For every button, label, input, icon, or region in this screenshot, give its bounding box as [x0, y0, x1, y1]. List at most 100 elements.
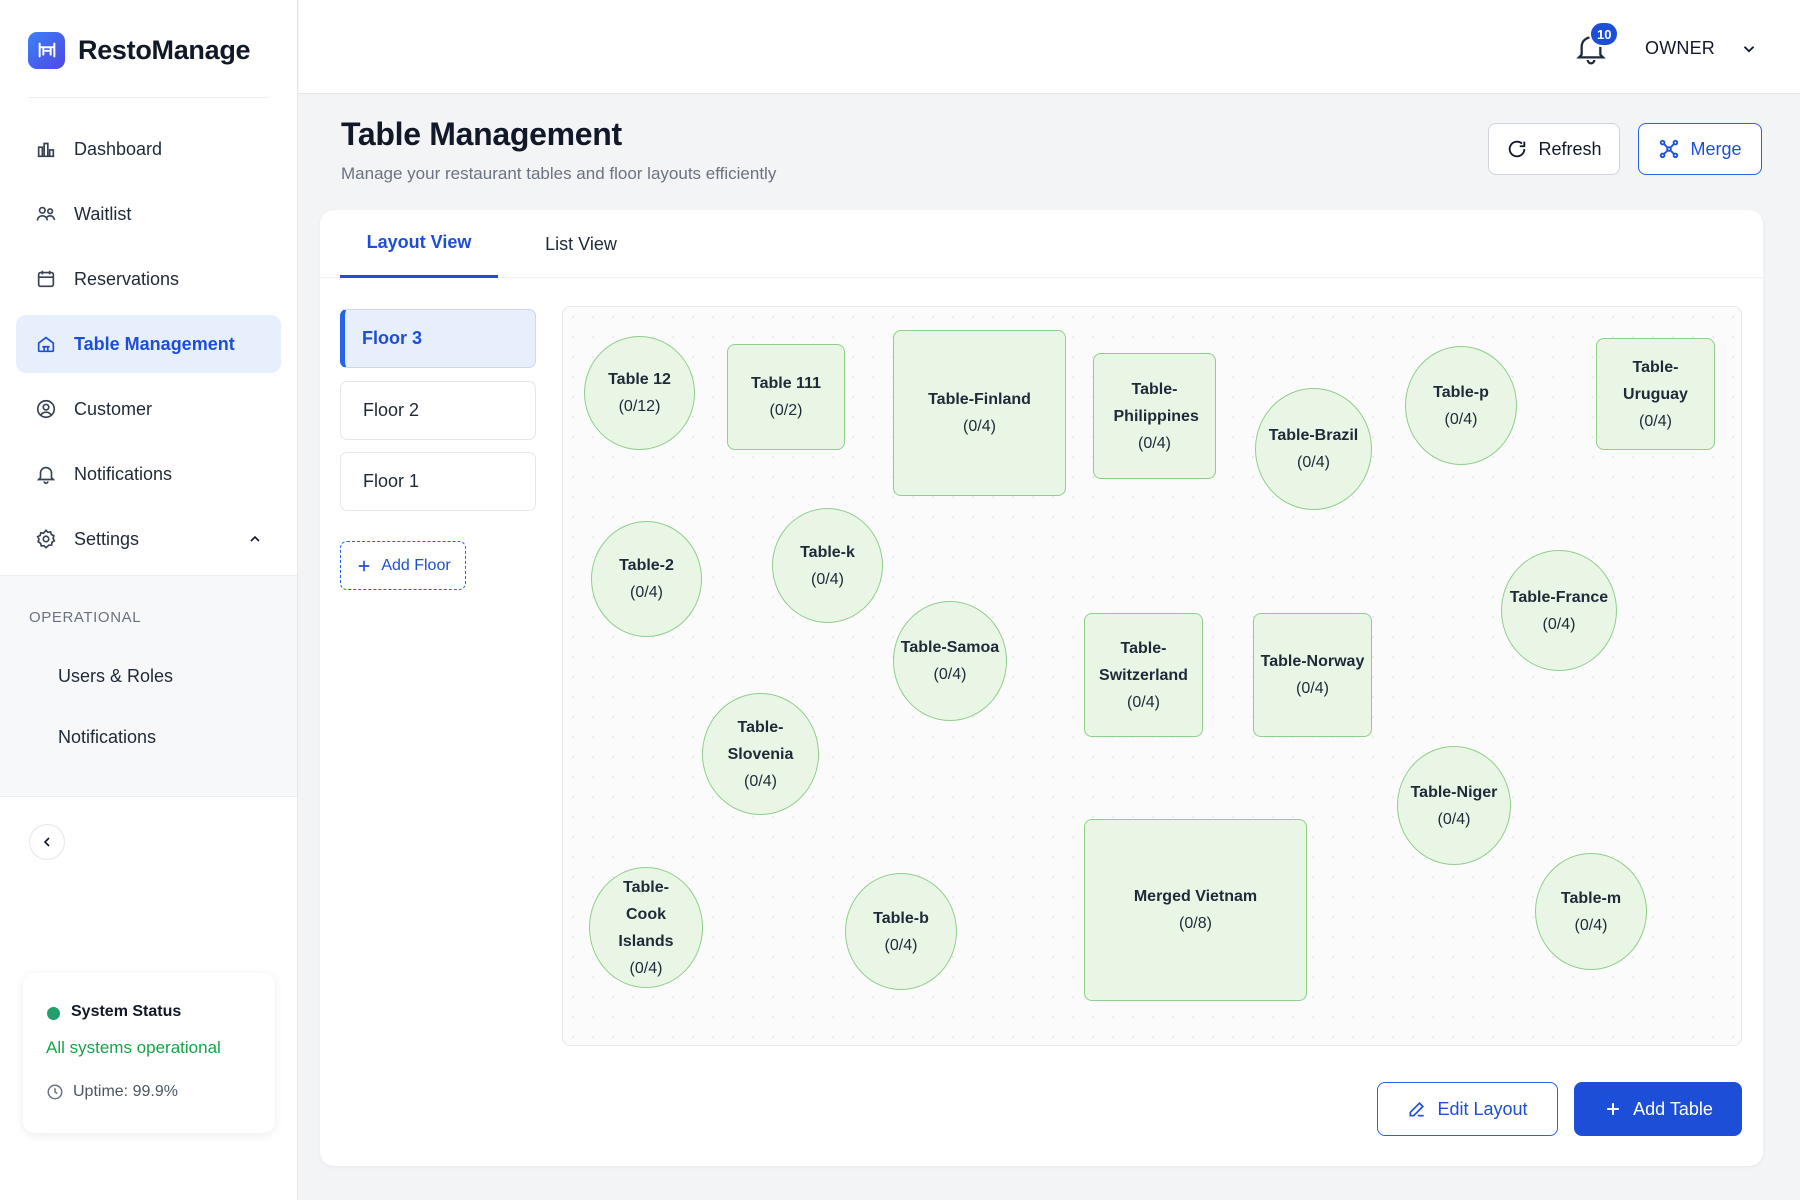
- table-item[interactable]: Table-b (0/4): [845, 873, 957, 990]
- chevron-left-icon: [43, 837, 50, 847]
- table-item[interactable]: Table-Slovenia (0/4): [702, 693, 819, 815]
- table-item[interactable]: Table-Niger (0/4): [1397, 746, 1511, 865]
- table-capacity: (0/8): [1179, 915, 1212, 932]
- sidebar-subitem-notifications[interactable]: Notifications: [58, 727, 156, 748]
- edit-layout-label: Edit Layout: [1437, 1098, 1528, 1119]
- table-name: Table-b: [873, 909, 929, 927]
- sidebar-item-dashboard[interactable]: Dashboard: [16, 120, 281, 178]
- table-capacity: (0/4): [1542, 615, 1576, 633]
- bell-icon: [34, 462, 58, 486]
- table-capacity: (0/4): [1444, 410, 1478, 428]
- sidebar-item-label: Dashboard: [74, 138, 163, 159]
- refresh-button[interactable]: Refresh: [1488, 123, 1620, 175]
- table-name: Table 111: [751, 375, 821, 392]
- table-icon: [34, 332, 58, 356]
- table-name: Table-Norway: [1260, 653, 1365, 670]
- table-item[interactable]: Table-Finland (0/4): [893, 330, 1066, 496]
- table-capacity: (0/4): [1297, 454, 1330, 471]
- sidebar-subitem-users-roles[interactable]: Users & Roles: [58, 666, 173, 687]
- table-item[interactable]: Table-France (0/4): [1501, 550, 1617, 671]
- table-capacity: (0/4): [744, 772, 777, 790]
- brand[interactable]: RestoManage: [28, 30, 251, 70]
- floor-layout-canvas[interactable]: Table 12 (0/12) Table 111 (0/2) Table-Fi…: [562, 306, 1742, 1046]
- sidebar-item-label: Settings: [74, 528, 140, 549]
- chevron-up-icon[interactable]: [247, 531, 263, 547]
- table-capacity: (0/2): [769, 402, 803, 419]
- floor-item-2[interactable]: Floor 2: [340, 381, 536, 440]
- sidebar-item-reservations[interactable]: Reservations: [16, 250, 281, 308]
- calendar-icon: [34, 267, 58, 291]
- merge-button[interactable]: Merge: [1638, 123, 1762, 175]
- table-item[interactable]: Table-Brazil (0/4): [1255, 388, 1372, 510]
- table-capacity: (0/4): [1574, 916, 1608, 934]
- topbar: 10 OWNER: [299, 0, 1800, 94]
- table-capacity: (0/4): [963, 418, 996, 435]
- table-item[interactable]: Table-Norway (0/4): [1253, 613, 1372, 737]
- table-item[interactable]: Table-k (0/4): [772, 508, 883, 623]
- table-item[interactable]: Merged Vietnam (0/8): [1084, 819, 1307, 1001]
- tab-layout-view[interactable]: Layout View: [340, 210, 498, 278]
- add-floor-button[interactable]: Add Floor: [340, 541, 466, 590]
- brand-name: RestoManage: [78, 34, 251, 65]
- floor-item-3[interactable]: Floor 3: [340, 309, 536, 368]
- sidebar-item-settings[interactable]: Settings: [16, 510, 281, 568]
- waitlist-icon: [34, 202, 58, 226]
- table-name: Table-Switzerland: [1099, 639, 1188, 684]
- table-item[interactable]: Table-m (0/4): [1535, 853, 1647, 970]
- section-title: OPERATIONAL: [29, 609, 142, 626]
- table-capacity: (0/4): [884, 936, 918, 954]
- table-capacity: (0/4): [1138, 434, 1171, 452]
- add-table-button[interactable]: Add Table: [1574, 1082, 1742, 1136]
- sidebar-item-table-management[interactable]: Table Management: [16, 315, 281, 373]
- table-item[interactable]: Table-Philippines (0/4): [1093, 353, 1216, 479]
- table-capacity: (0/4): [1296, 680, 1329, 697]
- table-item[interactable]: Table-Uruguay (0/4): [1596, 338, 1715, 450]
- table-name: Table 12: [608, 371, 671, 388]
- merge-label: Merge: [1690, 138, 1742, 159]
- table-name: Table-France: [1509, 588, 1609, 606]
- table-capacity: (0/4): [1437, 810, 1471, 828]
- table-item[interactable]: Table-p (0/4): [1405, 346, 1517, 465]
- table-capacity: (0/4): [630, 584, 663, 601]
- chevron-down-icon[interactable]: [1740, 40, 1758, 63]
- brand-divider: [28, 97, 269, 98]
- uptime-text: Uptime: 99.9%: [73, 1083, 178, 1100]
- tab-list-view[interactable]: List View: [526, 210, 636, 278]
- add-floor-label: Add Floor: [381, 556, 451, 574]
- table-item[interactable]: Table 12 (0/12): [584, 336, 695, 450]
- user-role[interactable]: OWNER: [1645, 38, 1715, 59]
- user-icon: [34, 397, 58, 421]
- sidebar-item-label: Customer: [74, 398, 153, 419]
- pencil-icon: [1409, 1101, 1425, 1117]
- table-item[interactable]: Table 111 (0/2): [727, 344, 845, 450]
- sidebar: RestoManage Dashboard Waitlist Reservati…: [0, 0, 298, 1200]
- sidebar-nav: Dashboard Waitlist Reservations Table Ma…: [16, 120, 281, 575]
- table-name: Table-k: [800, 543, 855, 561]
- table-capacity: (0/4): [629, 959, 663, 977]
- table-name: Merged Vietnam: [1133, 888, 1258, 905]
- table-name: Table-Brazil: [1268, 427, 1359, 444]
- table-item[interactable]: Table-Switzerland (0/4): [1084, 613, 1203, 737]
- operational-section: OPERATIONAL Users & Roles Notifications: [0, 575, 297, 797]
- collapse-sidebar-button[interactable]: [29, 824, 65, 860]
- view-tabs: Layout View List View: [320, 210, 1763, 278]
- page-subtitle: Manage your restaurant tables and floor …: [341, 164, 777, 183]
- sidebar-item-waitlist[interactable]: Waitlist: [16, 185, 281, 243]
- table-name: Table-Samoa: [900, 639, 1000, 656]
- edit-layout-button[interactable]: Edit Layout: [1377, 1082, 1558, 1136]
- dashboard-icon: [34, 137, 58, 161]
- sidebar-item-customer[interactable]: Customer: [16, 380, 281, 438]
- table-name: Table-Cook Islands: [618, 878, 674, 950]
- table-item[interactable]: Table-Cook Islands (0/4): [589, 867, 703, 988]
- table-name: Table-p: [1433, 383, 1489, 401]
- sidebar-item-notifications[interactable]: Notifications: [16, 445, 281, 503]
- sidebar-item-label: Notifications: [74, 463, 173, 484]
- status-title: System Status: [71, 1003, 182, 1020]
- floor-item-1[interactable]: Floor 1: [340, 452, 536, 511]
- sidebar-item-label: Waitlist: [74, 203, 132, 224]
- clock-icon: [47, 1084, 63, 1100]
- table-item[interactable]: Table-Samoa (0/4): [893, 601, 1007, 721]
- table-item[interactable]: Table-2 (0/4): [591, 521, 702, 637]
- add-table-label: Add Table: [1633, 1098, 1713, 1119]
- system-status-card: System Status All systems operational Up…: [23, 973, 275, 1133]
